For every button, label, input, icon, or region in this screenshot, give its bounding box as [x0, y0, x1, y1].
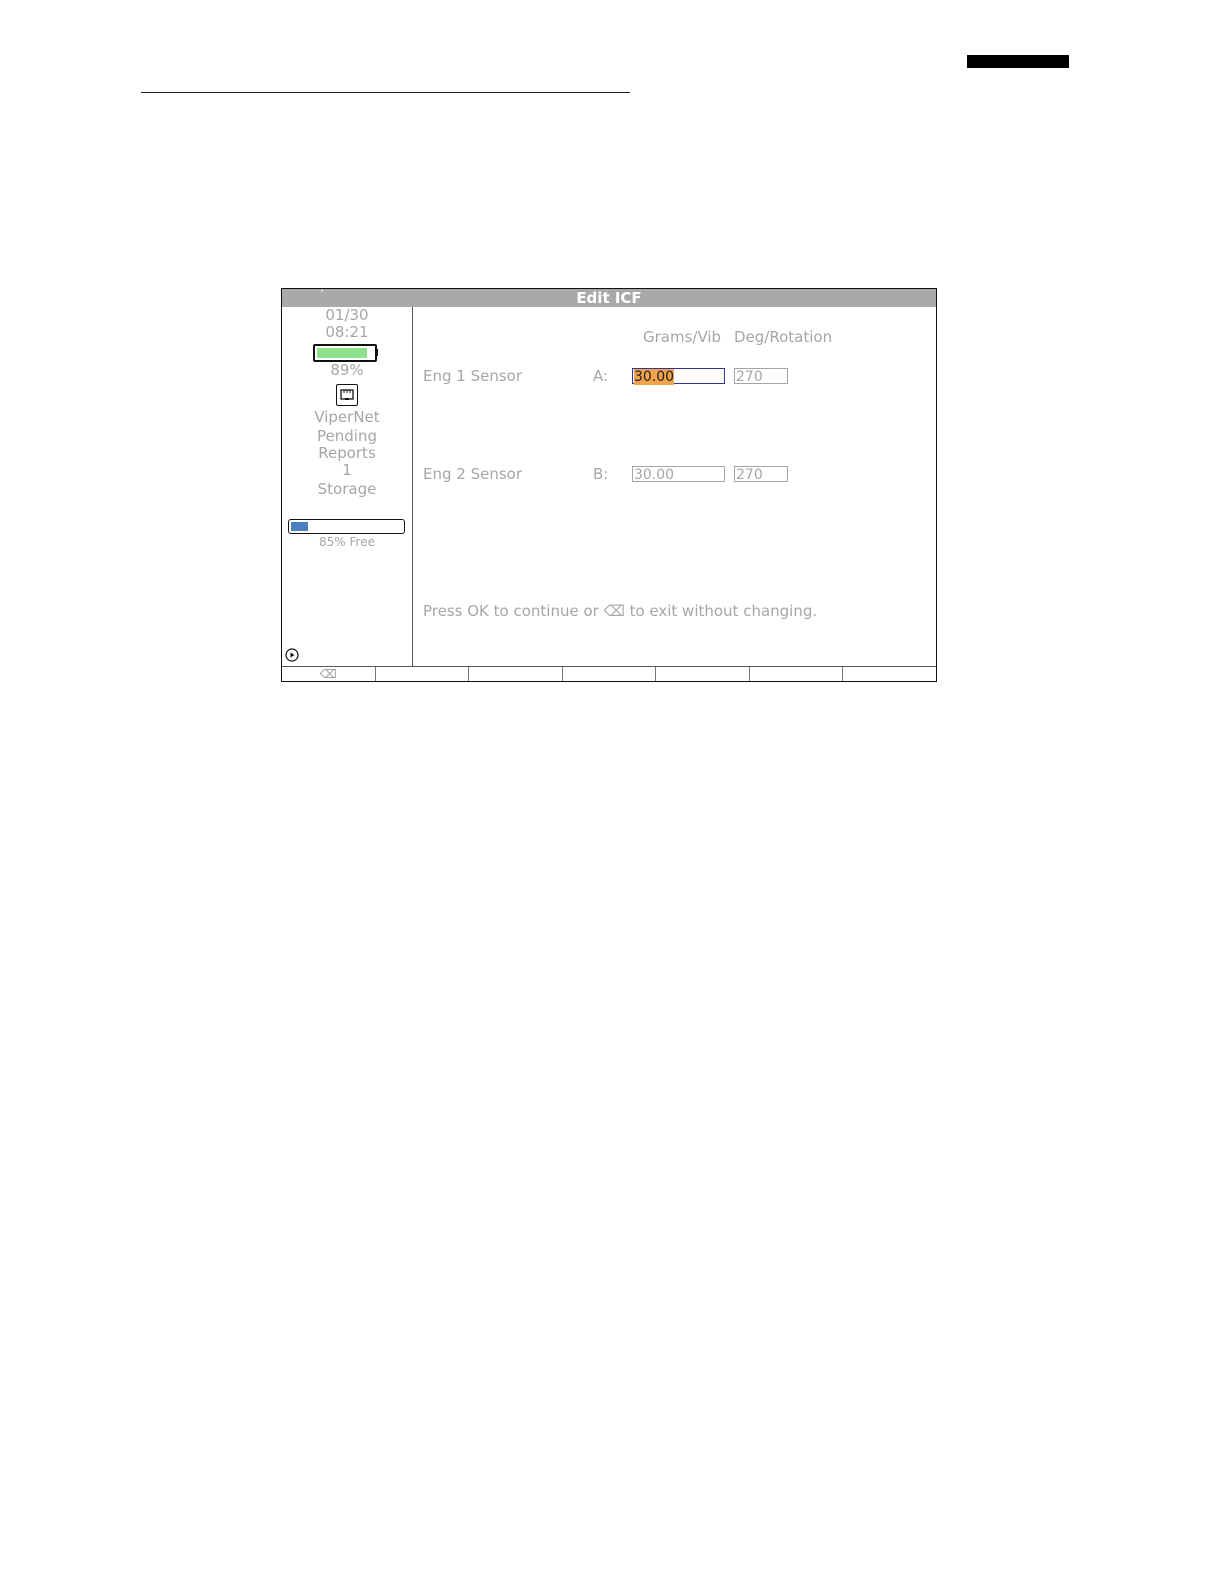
time-label: 08:21 [325, 323, 369, 341]
softkey-7[interactable] [843, 667, 936, 681]
storage-label: Storage [317, 480, 377, 498]
storage-free-label: 85% Free [319, 535, 375, 549]
eng1-deg-input[interactable]: 270 [734, 368, 788, 385]
eng1-grams-input[interactable]: 30.00 [632, 368, 725, 385]
softkey-back[interactable]: ⌫ [282, 667, 376, 681]
play-icon[interactable] [285, 648, 299, 662]
title-mark-icon: ˄ [320, 289, 324, 298]
battery-percent: 89% [330, 361, 364, 379]
eng2-grams-input[interactable]: 30.00 [632, 466, 725, 483]
screen-title: Edit ICF [576, 289, 642, 307]
storage-fill [291, 522, 308, 531]
battery-fill [317, 348, 367, 358]
eng1-sensor-label: Eng 1 Sensor [423, 367, 523, 385]
reports-label: Reports [318, 444, 376, 462]
pending-label: Pending [317, 427, 377, 445]
page-tab-mark [967, 55, 1069, 68]
device-screen: ˄ Edit ICF 01/30 08:21 89% ViperNet Pend… [281, 288, 937, 682]
deg-column-header: Deg/Rotation [734, 328, 833, 346]
status-sidebar: 01/30 08:21 89% ViperNet Pending Reports… [282, 307, 413, 666]
header-rule [141, 92, 630, 93]
date-label: 01/30 [325, 306, 369, 324]
storage-bar [288, 519, 405, 534]
softkey-4[interactable] [563, 667, 657, 681]
eng2-channel-label: B: [593, 465, 609, 483]
network-label: ViperNet [314, 408, 380, 426]
softkey-6[interactable] [750, 667, 844, 681]
network-icon [336, 384, 358, 406]
eng2-deg-input[interactable]: 270 [734, 466, 788, 483]
grams-column-header: Grams/Vib [643, 328, 722, 346]
battery-tip [375, 349, 378, 356]
reports-count: 1 [342, 461, 352, 479]
softkey-3[interactable] [469, 667, 563, 681]
softkey-2[interactable] [376, 667, 470, 681]
softkey-bar: ⌫ [282, 666, 936, 681]
eng1-channel-label: A: [593, 367, 609, 385]
battery-icon [313, 344, 377, 362]
edit-icf-panel: Grams/Vib Deg/Rotation Eng 1 Sensor A: 3… [413, 307, 936, 666]
softkey-5[interactable] [656, 667, 750, 681]
eng2-sensor-label: Eng 2 Sensor [423, 465, 523, 483]
title-bar: ˄ Edit ICF [282, 289, 936, 307]
instruction-message: Press OK to continue or ⌫ to exit withou… [423, 602, 818, 620]
